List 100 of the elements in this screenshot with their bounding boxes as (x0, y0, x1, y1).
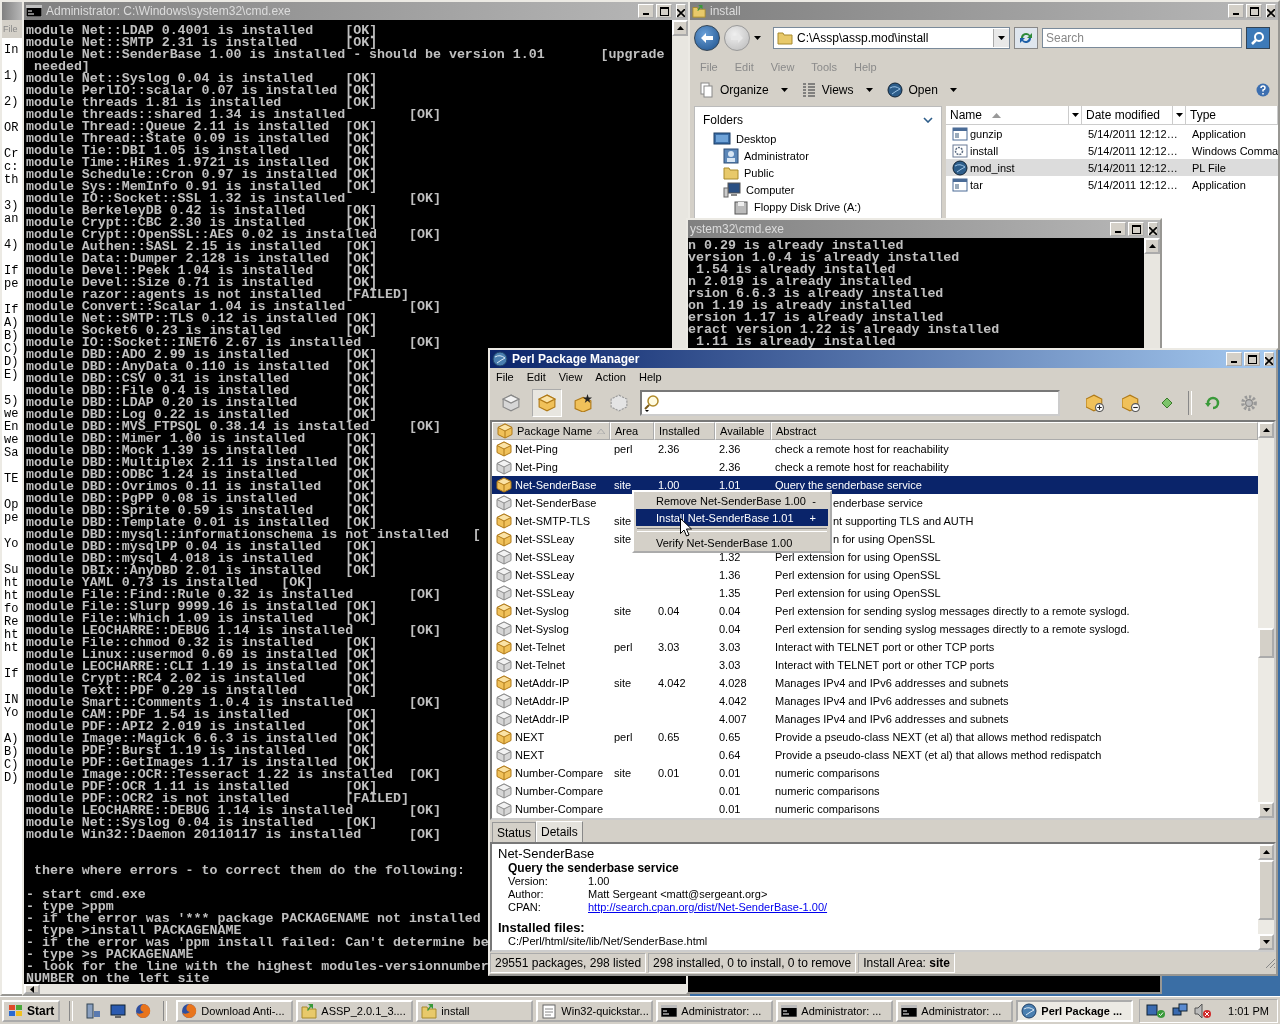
close-button[interactable] (1266, 4, 1276, 18)
address-field[interactable]: C:\Assp\assp.mod\install (773, 27, 1010, 49)
scrollbar[interactable] (1144, 238, 1160, 348)
package-name: Net-Ping (515, 461, 558, 473)
volume-muted-icon[interactable] (1194, 1002, 1213, 1019)
package-icon (496, 621, 512, 637)
column-header[interactable]: Type (1186, 106, 1278, 124)
status-text: Install Area: site (858, 953, 955, 973)
column-header[interactable]: Date modified (1082, 106, 1186, 124)
menu-item[interactable]: File (496, 371, 514, 383)
close-button[interactable] (1264, 352, 1274, 366)
table-cell: check a remote host for reachability (775, 461, 949, 473)
taskbar-button[interactable]: Administrator: ... (776, 999, 894, 1022)
start-button[interactable]: Start (2, 999, 61, 1022)
console-line: module File::Find::Rule 0.32 is installed [OK] (26, 589, 441, 601)
scroll-thumb[interactable] (1258, 860, 1274, 920)
maximize-button[interactable] (1128, 222, 1144, 236)
right-arrow-icon (731, 33, 743, 43)
column-header[interactable]: Installed (654, 422, 715, 440)
package-name: Net-Ping (515, 443, 558, 455)
file-row[interactable]: install 5/14/2011 12:12… Windows Comma (946, 142, 1278, 159)
column-header[interactable]: Abstract (771, 422, 1258, 440)
refresh-button[interactable] (1014, 27, 1038, 49)
console-line: module DBD::mysql 4.018 is installed [OK] (26, 553, 378, 565)
cpan-link[interactable]: http://search.cpan.org/dist/Net-SenderBase-1.00/ (588, 901, 1252, 914)
menu-item[interactable]: Action (595, 371, 626, 383)
text-line: fo (4, 603, 19, 616)
tree-item[interactable]: Computer (746, 183, 795, 196)
menu-item[interactable]: Verify Net-SenderBase 1.00 (636, 534, 828, 551)
window-title: Administrator: C:\Windows\system32\cmd.exe (46, 4, 292, 18)
taskbar-button[interactable]: Download Anti-... (176, 999, 294, 1022)
taskbar-button[interactable]: Administrator: ... (896, 999, 1014, 1022)
tab[interactable]: Status (492, 822, 537, 842)
toolbar-button[interactable]: Organize (700, 82, 788, 98)
file-row[interactable]: gunzip 5/14/2011 12:12… Application (946, 125, 1278, 142)
taskbar-button[interactable]: ASSP_2.0.1_3.... (296, 999, 414, 1022)
menu-item[interactable]: View (558, 371, 583, 383)
package-icon (538, 394, 556, 412)
toolbar-button[interactable] (532, 389, 562, 417)
toolbar-button[interactable]: Views (801, 82, 873, 98)
close-button[interactable] (1148, 222, 1158, 236)
menu-item[interactable]: Help (638, 371, 662, 383)
taskbar-button[interactable]: Administrator: ... (656, 999, 774, 1022)
file-row[interactable]: mod_inst 5/14/2011 12:12… PL File (946, 159, 1278, 176)
taskbar-button[interactable]: install (416, 999, 534, 1022)
table-cell: 3.03 (658, 641, 680, 653)
tab[interactable]: Details (536, 821, 583, 842)
network-icon[interactable] (1172, 1002, 1189, 1019)
close-icon (1265, 357, 1273, 365)
package-name: Net-Syslog (515, 623, 569, 635)
scrollbar[interactable] (24, 984, 688, 994)
tree-item[interactable]: Administrator (744, 149, 809, 162)
minimize-button[interactable] (1110, 222, 1126, 236)
scrollbar[interactable] (1258, 844, 1274, 950)
help-button[interactable] (1256, 83, 1270, 97)
taskbar-button[interactable]: Win32-quickstar... (536, 999, 654, 1022)
tree-item[interactable]: Floppy Disk Drive (A:) (754, 200, 861, 213)
scrollbar[interactable] (672, 20, 688, 348)
back-button[interactable] (694, 25, 720, 51)
column-header[interactable]: Name (946, 106, 1082, 124)
chevron-down-icon[interactable] (923, 117, 933, 123)
column-header[interactable]: Area (610, 422, 654, 440)
tree-item[interactable]: Desktop (736, 132, 777, 145)
text-line: c: (4, 161, 19, 174)
down-arrow-icon (1262, 808, 1270, 812)
search-button[interactable] (1246, 27, 1270, 49)
toolbar-button[interactable]: Open (886, 82, 957, 98)
column-header[interactable]: Package Name (492, 422, 610, 440)
minimize-button[interactable] (1228, 4, 1244, 18)
tree-item[interactable]: Public (744, 166, 774, 179)
console-line: module PDF::GetImages 1.17 is installed [OK] (26, 757, 378, 769)
maximize-button[interactable] (1244, 352, 1260, 366)
caret-icon (998, 36, 1005, 40)
scroll-thumb[interactable] (1258, 628, 1274, 658)
search-field[interactable]: Search (1042, 28, 1242, 48)
console-line: module Schedule::Cron 0.97 is installed [OK] (26, 169, 378, 181)
console-line: module PDF::API2 2.019 is installed [OK] (26, 721, 378, 733)
taskbar-button[interactable]: Perl Package ... (1016, 999, 1134, 1022)
menu-item[interactable]: Remove Net-SenderBase 1.00 - (636, 492, 828, 509)
package-name: NetAddr-IP (515, 713, 570, 725)
dropdown-button[interactable] (993, 29, 1009, 47)
menu-item[interactable]: Install Net-SenderBase 1.01 + (636, 509, 828, 526)
search-field[interactable] (640, 390, 1060, 416)
menu-item[interactable]: Edit (526, 371, 546, 383)
maximize-button[interactable] (656, 4, 672, 18)
console-line: module DBD::Ovrimos 0.11 is installed [OK] (26, 481, 378, 493)
package-name: NEXT (515, 731, 545, 743)
text-line: ht (4, 642, 19, 655)
file-row[interactable]: tar 5/14/2011 12:12… Application (946, 176, 1278, 193)
console-line: module Linux::usermod 0.69 is installed [OK] (26, 649, 378, 661)
network-check-icon[interactable] (1146, 1002, 1167, 1019)
minimize-button[interactable] (1226, 352, 1242, 366)
column-header[interactable]: Available (715, 422, 771, 440)
maximize-button[interactable] (1246, 4, 1262, 18)
close-button[interactable] (676, 4, 686, 18)
search-icon (644, 394, 660, 412)
package-icon (610, 394, 628, 412)
resize-grip-icon[interactable] (1264, 957, 1276, 969)
scrollbar[interactable] (1258, 422, 1274, 818)
minimize-button[interactable] (638, 4, 654, 18)
